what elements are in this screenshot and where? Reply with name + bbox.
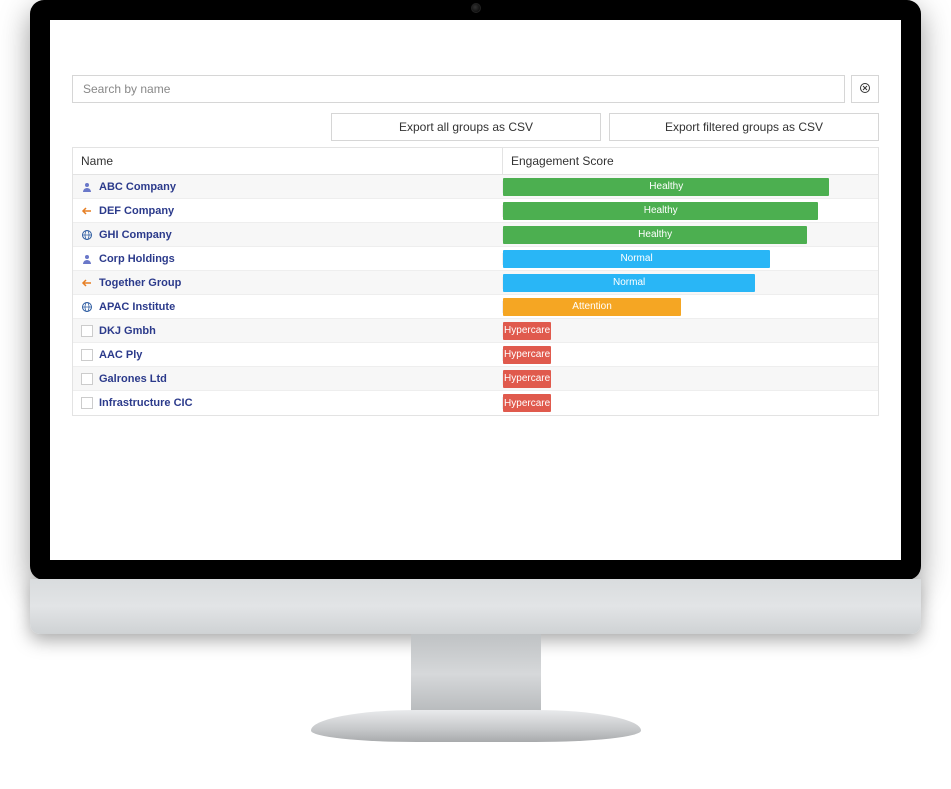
group-name-link[interactable]: GHI Company xyxy=(99,229,172,241)
score-label: Healthy xyxy=(638,229,672,240)
score-cell: Healthy xyxy=(503,224,878,246)
clear-icon xyxy=(859,82,871,97)
arrow-icon xyxy=(81,277,93,289)
score-label: Normal xyxy=(620,253,652,264)
score-bar: Normal xyxy=(503,274,755,292)
monitor-frame: Export all groups as CSV Export filtered… xyxy=(30,0,921,580)
table-row: Together Group Normal xyxy=(73,271,878,295)
score-cell: Normal xyxy=(503,248,878,270)
monitor-stand-foot xyxy=(311,710,641,742)
search-input[interactable] xyxy=(72,75,845,103)
group-name-link[interactable]: DEF Company xyxy=(99,205,174,217)
group-name-link[interactable]: Galrones Ltd xyxy=(99,373,167,385)
name-cell: AAC Ply xyxy=(73,349,503,361)
score-cell: Hypercare xyxy=(503,344,878,366)
name-cell: Together Group xyxy=(73,277,503,289)
column-header-name[interactable]: Name xyxy=(73,148,503,174)
column-header-score[interactable]: Engagement Score xyxy=(503,148,878,174)
globe-icon xyxy=(81,229,93,241)
score-label: Normal xyxy=(613,277,645,288)
group-name-link[interactable]: DKJ Gmbh xyxy=(99,325,156,337)
checkbox-icon[interactable] xyxy=(81,349,93,361)
score-cell: Hypercare xyxy=(503,392,878,414)
score-cell: Hypercare xyxy=(503,320,878,342)
score-label: Attention xyxy=(572,301,611,312)
globe-icon xyxy=(81,301,93,313)
checkbox-icon[interactable] xyxy=(81,373,93,385)
user-icon xyxy=(81,253,93,265)
table-row: Infrastructure CIC Hypercare xyxy=(73,391,878,415)
table-row: Galrones Ltd Hypercare xyxy=(73,367,878,391)
score-cell: Healthy xyxy=(503,176,878,198)
checkbox-icon[interactable] xyxy=(81,325,93,337)
export-filtered-button[interactable]: Export filtered groups as CSV xyxy=(609,113,879,141)
score-cell: Normal xyxy=(503,272,878,294)
group-name-link[interactable]: Corp Holdings xyxy=(99,253,175,265)
group-name-link[interactable]: Infrastructure CIC xyxy=(99,397,193,409)
name-cell: DKJ Gmbh xyxy=(73,325,503,337)
group-name-link[interactable]: Together Group xyxy=(99,277,181,289)
score-cell: Attention xyxy=(503,296,878,318)
table-header: Name Engagement Score xyxy=(73,148,878,175)
monitor-stand-neck xyxy=(411,634,541,714)
screen: Export all groups as CSV Export filtered… xyxy=(50,20,901,560)
score-label: Hypercare xyxy=(504,373,550,384)
table-row: APAC Institute Attention xyxy=(73,295,878,319)
checkbox-icon[interactable] xyxy=(81,397,93,409)
table-row: DEF Company Healthy xyxy=(73,199,878,223)
score-bar: Healthy xyxy=(503,202,818,220)
clear-search-button[interactable] xyxy=(851,75,879,103)
table-row: DKJ Gmbh Hypercare xyxy=(73,319,878,343)
group-name-link[interactable]: ABC Company xyxy=(99,181,176,193)
score-cell: Healthy xyxy=(503,200,878,222)
name-cell: Corp Holdings xyxy=(73,253,503,265)
score-label: Hypercare xyxy=(504,325,550,336)
camera-icon xyxy=(471,3,481,13)
name-cell: Infrastructure CIC xyxy=(73,397,503,409)
score-bar: Hypercare xyxy=(503,394,551,412)
table-row: ABC Company Healthy xyxy=(73,175,878,199)
score-bar: Hypercare xyxy=(503,346,551,364)
name-cell: APAC Institute xyxy=(73,301,503,313)
name-cell: GHI Company xyxy=(73,229,503,241)
score-label: Hypercare xyxy=(504,398,550,409)
table-row: GHI Company Healthy xyxy=(73,223,878,247)
group-name-link[interactable]: AAC Ply xyxy=(99,349,142,361)
monitor-chin xyxy=(30,579,921,634)
groups-table: Name Engagement Score ABC Company Healthy… xyxy=(72,147,879,416)
name-cell: ABC Company xyxy=(73,181,503,193)
user-icon xyxy=(81,181,93,193)
name-cell: Galrones Ltd xyxy=(73,373,503,385)
score-bar: Hypercare xyxy=(503,370,551,388)
arrow-icon xyxy=(81,205,93,217)
name-cell: DEF Company xyxy=(73,205,503,217)
score-label: Healthy xyxy=(644,205,678,216)
table-body: ABC CompanyHealthyDEF CompanyHealthyGHI … xyxy=(73,175,878,415)
group-name-link[interactable]: APAC Institute xyxy=(99,301,175,313)
table-row: AAC Ply Hypercare xyxy=(73,343,878,367)
export-all-button[interactable]: Export all groups as CSV xyxy=(331,113,601,141)
table-row: Corp Holdings Normal xyxy=(73,247,878,271)
score-bar: Healthy xyxy=(503,226,807,244)
score-label: Healthy xyxy=(649,181,683,192)
score-bar: Normal xyxy=(503,250,770,268)
score-bar: Healthy xyxy=(503,178,829,196)
score-bar: Hypercare xyxy=(503,322,551,340)
score-cell: Hypercare xyxy=(503,368,878,390)
score-label: Hypercare xyxy=(504,349,550,360)
score-bar: Attention xyxy=(503,298,681,316)
